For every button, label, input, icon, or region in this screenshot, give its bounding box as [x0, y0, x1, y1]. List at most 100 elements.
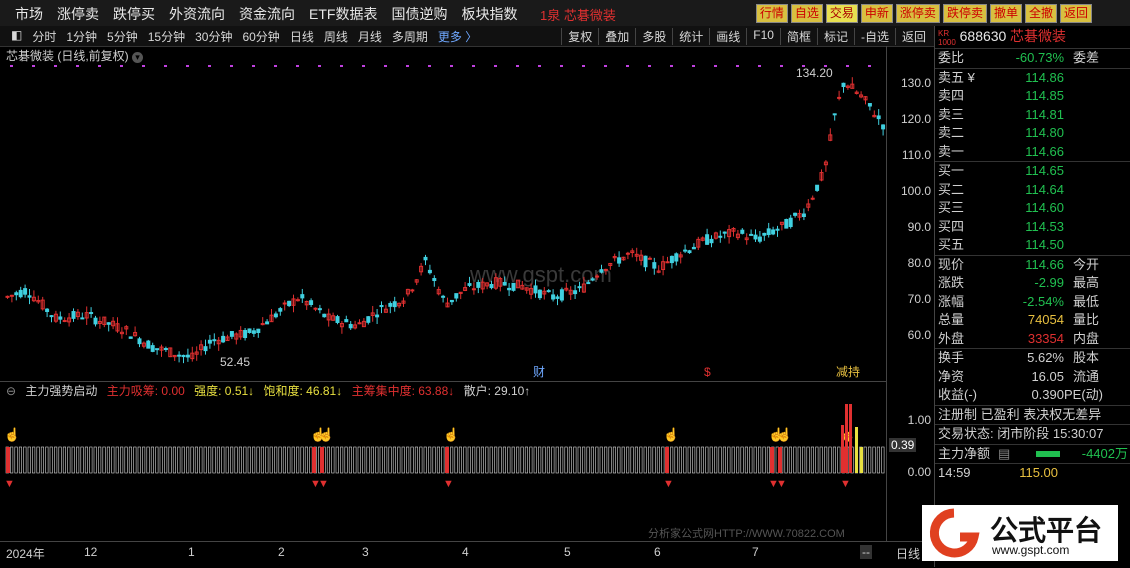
indicator-bar	[687, 446, 691, 474]
order-price[interactable]: 114.65	[972, 162, 1064, 181]
panel-toggle-icon[interactable]: ◧	[6, 28, 27, 45]
info-row: 注册制 已盈利 表决权无差异	[935, 406, 1130, 425]
quick-button-sx[interactable]: 申新	[860, 4, 893, 23]
indicator-bar	[164, 446, 168, 474]
tab-period[interactable]: 日线	[285, 28, 319, 45]
period-label: 日线	[896, 547, 921, 561]
more-periods-button[interactable]: 更多 〉	[433, 28, 482, 45]
menu-item[interactable]: ETF数据表	[302, 4, 384, 24]
tab-period[interactable]: 周线	[319, 28, 353, 45]
tool-button[interactable]: 返回	[894, 28, 932, 45]
quick-button-dtm[interactable]: 跌停卖	[942, 4, 987, 23]
tab-period[interactable]: 多周期	[387, 28, 433, 45]
indicator-bar	[577, 446, 581, 474]
signal-dot	[560, 65, 563, 67]
indicator-bar	[300, 446, 304, 474]
strength-bar	[841, 425, 844, 473]
tool-button[interactable]: 画线	[709, 28, 746, 45]
indicator-value: 主力吸筹: 0.00	[106, 384, 185, 398]
order-label: 卖三	[938, 106, 965, 122]
quick-button-hq[interactable]: 行情	[755, 4, 788, 23]
signal-bar	[770, 447, 774, 473]
tab-period[interactable]: 60分钟	[237, 28, 284, 45]
stat-label: 总量	[938, 312, 965, 327]
indicator-bar	[670, 446, 674, 474]
menu-item[interactable]: 市场	[8, 4, 50, 24]
candle-body	[546, 290, 551, 293]
indicator-bar	[806, 446, 810, 474]
list-icon[interactable]: ▤	[998, 445, 1012, 464]
signal-dot	[428, 65, 431, 67]
indicator-bar	[714, 446, 718, 474]
quick-button-fh[interactable]: 返回	[1059, 4, 1092, 23]
tool-button[interactable]: 标记	[816, 28, 854, 45]
quick-button-cd[interactable]: 撤单	[989, 4, 1022, 23]
tab-period[interactable]: 15分钟	[143, 28, 190, 45]
candle-body	[309, 300, 314, 306]
candle-body	[537, 289, 542, 299]
menu-item[interactable]: 跌停买	[106, 4, 162, 24]
indicator-bar	[98, 446, 102, 474]
indicator-toggle-icon[interactable]: ⊖	[0, 384, 22, 398]
tool-button[interactable]: 叠加	[598, 28, 635, 45]
candle-body	[454, 293, 459, 299]
tab-period[interactable]: 30分钟	[190, 28, 237, 45]
weibi-row: 委比 -60.73% 委差	[935, 49, 1130, 69]
tool-button[interactable]: 简框	[779, 28, 817, 45]
quick-button-zx[interactable]: 自选	[790, 4, 823, 23]
tool-button[interactable]: 统计	[672, 28, 709, 45]
candle-body	[771, 229, 776, 235]
menu-item[interactable]: 外资流向	[162, 4, 232, 24]
tool-button[interactable]: 复权	[561, 28, 598, 45]
order-price[interactable]: 114.80	[972, 124, 1064, 143]
quick-button-jy[interactable]: 交易	[825, 4, 858, 23]
menu-item[interactable]: 国债逆购	[384, 4, 454, 24]
event-marker: 财	[533, 365, 545, 379]
candlestick-chart[interactable]: www.gspt.com 134.20 52.45 财 $ 减持	[0, 46, 886, 381]
candle-body	[441, 295, 446, 298]
indicator-bar	[36, 446, 40, 474]
order-price[interactable]: 114.66	[972, 143, 1064, 162]
order-label: 买四	[938, 218, 965, 234]
indicator-bar	[626, 446, 630, 474]
menu-item[interactable]: 板块指数	[454, 4, 524, 24]
candle-body	[71, 311, 76, 319]
quick-button-ztm[interactable]: 涨停卖	[895, 4, 940, 23]
stat-value: 5.62%	[1027, 350, 1064, 365]
order-price[interactable]: 114.50	[972, 236, 1064, 255]
tab-period[interactable]: 月线	[353, 28, 387, 45]
signal-dot	[714, 65, 717, 67]
candle-body	[599, 269, 604, 273]
tick-row: 14:59 115.00	[935, 464, 1130, 483]
menu-item[interactable]: 涨停卖	[50, 4, 106, 24]
indicator-chart[interactable]: 分析家公式网HTTP://WWW.70822.COM ☝▼☝▼☝▼☝▼☝▼☝▼☝…	[0, 399, 886, 541]
tool-button[interactable]: -自选	[853, 28, 895, 45]
order-label: 买二	[938, 181, 965, 197]
tab-period[interactable]: 分时	[27, 28, 61, 45]
indicator-current-value: 0.39	[889, 438, 917, 452]
menu-item[interactable]: 资金流向	[232, 4, 302, 24]
candle-body	[5, 295, 10, 298]
strength-bar	[855, 427, 858, 473]
indicator-bar	[234, 446, 238, 474]
order-price[interactable]: 114.53	[972, 218, 1064, 237]
order-price[interactable]: 114.60	[972, 199, 1064, 218]
indicator-bar	[828, 446, 832, 474]
tab-period[interactable]: 5分钟	[102, 28, 143, 45]
tool-button[interactable]: F10	[746, 28, 780, 45]
order-price[interactable]: 114.86	[972, 69, 1064, 88]
candle-body	[221, 335, 226, 343]
tool-button[interactable]: 多股	[635, 28, 672, 45]
candle-body	[49, 315, 54, 318]
indicator-bar	[155, 446, 159, 474]
gem-signal-icon: ▼	[663, 478, 674, 490]
order-price[interactable]: 114.85	[972, 87, 1064, 106]
indicator-bar	[797, 446, 801, 474]
indicator-bar	[568, 446, 573, 474]
indicator-bar	[194, 446, 198, 474]
indicator-name[interactable]: 主力强势启动	[25, 384, 103, 398]
order-price[interactable]: 114.64	[972, 181, 1064, 200]
tab-period[interactable]: 1分钟	[61, 28, 102, 45]
order-price[interactable]: 114.81	[972, 106, 1064, 125]
quick-button-qc[interactable]: 全撤	[1024, 4, 1057, 23]
